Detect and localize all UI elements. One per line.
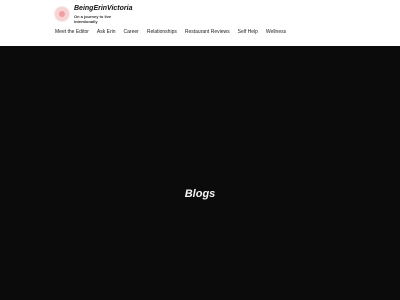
site-title[interactable]: BeingErinVictoria [74,5,132,13]
hero-banner: Blogs [0,46,400,300]
hero-title: Blogs [184,188,216,200]
site-logo-icon[interactable] [55,7,69,21]
site-tagline: On a journey to live intentionally [74,14,112,24]
nav-item-meet-the-editor[interactable]: Meet the Editor [55,29,89,36]
nav-item-relationships[interactable]: Relationships [147,29,177,36]
nav-item-career[interactable]: Career [124,29,139,36]
nav-item-self-help[interactable]: Self Help [238,29,258,36]
page: BeingErinVictoria On a journey to live i… [0,0,400,300]
logo-inner-mark [59,11,65,17]
nav-item-ask-erin[interactable]: Ask Erin [97,29,116,36]
main-navigation: Meet the Editor Ask Erin Career Relation… [55,29,286,36]
nav-item-restaurant-reviews[interactable]: Restaurant Reviews [185,29,230,36]
nav-item-wellness[interactable]: Wellness [266,29,286,36]
site-header: BeingErinVictoria On a journey to live i… [0,0,400,46]
